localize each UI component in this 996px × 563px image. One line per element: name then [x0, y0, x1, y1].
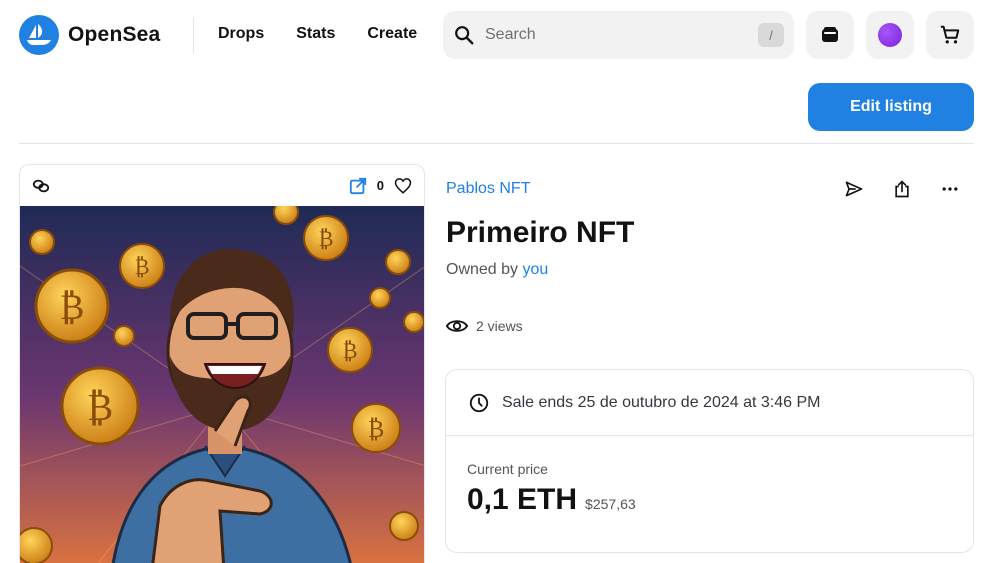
price-usd: $257,63	[585, 496, 636, 512]
profile-button[interactable]	[866, 11, 914, 59]
view-count: 2 views	[446, 315, 523, 337]
avatar	[878, 23, 902, 47]
cart-icon	[940, 25, 960, 44]
svg-text:₿: ₿	[60, 287, 85, 328]
card-toolbar: 0	[20, 165, 424, 206]
transfer-button[interactable]	[842, 177, 866, 201]
opensea-logo[interactable]: OpenSea	[19, 15, 160, 55]
send-icon	[845, 181, 863, 197]
nav-divider	[193, 17, 194, 53]
header-divider	[19, 143, 974, 144]
item-actions	[842, 177, 962, 201]
favorite-count: 0	[376, 178, 384, 193]
search-icon	[455, 26, 474, 45]
chain-link-icon[interactable]	[32, 177, 50, 195]
current-price-label: Current price	[467, 461, 548, 477]
share-icon	[895, 180, 909, 198]
more-options-button[interactable]	[938, 177, 962, 201]
search-bar[interactable]: /	[443, 11, 794, 59]
nft-media-card: 0 ₿ ₿ ₿ ₿ ₿ ₿	[19, 164, 425, 563]
svg-text:₿: ₿	[368, 415, 385, 443]
eye-icon	[446, 320, 468, 332]
collection-link[interactable]: Pablos NFT	[446, 180, 530, 198]
svg-text:₿: ₿	[87, 385, 113, 429]
owned-by-label: Owned by	[446, 261, 519, 278]
clock-icon	[469, 393, 489, 412]
sale-ends-text: Sale ends 25 de outubro de 2024 at 3:46 …	[502, 393, 821, 411]
svg-text:₿: ₿	[342, 339, 357, 364]
sale-deadline: Sale ends 25 de outubro de 2024 at 3:46 …	[446, 370, 973, 436]
svg-text:₿: ₿	[134, 255, 149, 280]
nav-stats[interactable]: Stats	[296, 25, 335, 43]
share-button[interactable]	[890, 177, 914, 201]
nft-title: Primeiro NFT	[446, 216, 635, 249]
edit-listing-button[interactable]: Edit listing	[808, 83, 974, 131]
nft-image[interactable]: ₿ ₿ ₿ ₿ ₿ ₿	[20, 206, 425, 563]
heart-icon[interactable]	[394, 177, 412, 195]
search-shortcut-key: /	[758, 23, 784, 47]
owned-by: Owned by you	[446, 261, 548, 279]
open-external-icon[interactable]	[349, 177, 367, 195]
wallet-icon	[822, 27, 838, 42]
main-nav: Drops Stats Create	[218, 25, 417, 43]
opensea-boat-icon	[19, 15, 59, 55]
price-row: 0,1 ETH $257,63	[467, 483, 636, 517]
brand-name: OpenSea	[68, 23, 161, 46]
owner-link[interactable]: you	[523, 261, 549, 278]
svg-text:₿: ₿	[318, 227, 333, 252]
nav-create[interactable]: Create	[367, 25, 417, 43]
nav-drops[interactable]: Drops	[218, 25, 264, 43]
cart-button[interactable]	[926, 11, 974, 59]
price-eth: 0,1 ETH	[467, 483, 578, 516]
listing-panel: Sale ends 25 de outubro de 2024 at 3:46 …	[445, 369, 974, 553]
views-label: 2 views	[476, 318, 523, 334]
search-input[interactable]	[485, 26, 758, 44]
wallet-button[interactable]	[806, 11, 854, 59]
more-horizontal-icon	[942, 187, 958, 191]
